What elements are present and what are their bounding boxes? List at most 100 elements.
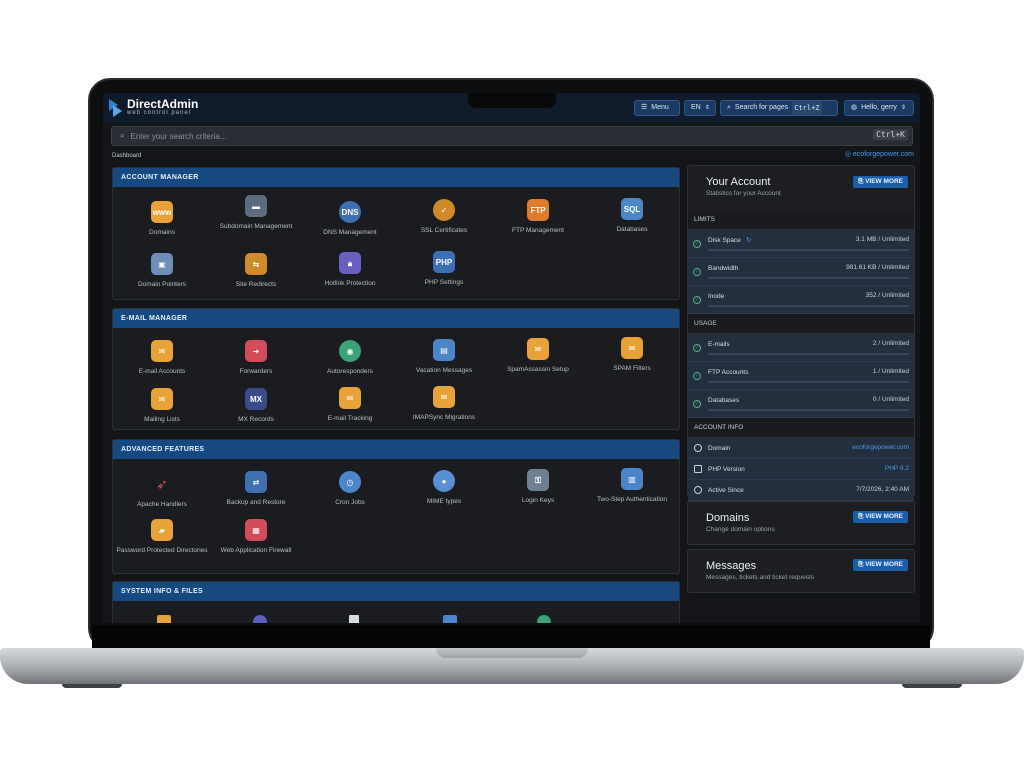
logo[interactable]: DirectAdmin web control panel	[107, 97, 199, 117]
tile-mx-records[interactable]: MX MX Records	[209, 388, 303, 424]
user-menu-button[interactable]: ◍ Hello, gerry ⇕	[844, 100, 914, 116]
clock-icon: ◷	[339, 471, 361, 493]
laptop-base-notch	[436, 648, 588, 658]
stat-inode: ✓ Inode 352 / Unlimited	[688, 286, 914, 314]
site-domain-link[interactable]: ◎ ecoforgepower.com	[845, 150, 914, 158]
user-greeting: Hello, gerry	[861, 104, 897, 111]
tile-email-tracking[interactable]: ✉ E-mail Tracking	[303, 387, 397, 423]
tile-subdomain-management[interactable]: ▬ Subdomain Management	[209, 195, 303, 231]
breadcrumb[interactable]: Dashboard	[112, 153, 141, 159]
tile-databases[interactable]: SQL Databases	[585, 198, 679, 234]
system-icon[interactable]	[253, 615, 267, 623]
language-select[interactable]: EN ⇕	[684, 100, 716, 116]
advanced-features-panel: ADVANCED FEATURES ➶ Apache Handlers ⇄ Back…	[112, 439, 680, 574]
check-circle-icon: ✓	[693, 372, 701, 380]
messages-view-more-button[interactable]: ⎘ VIEW MORE	[853, 559, 908, 571]
lock-icon: 🔒︎	[339, 252, 361, 274]
imapsync-icon: ✉	[433, 386, 455, 408]
tile-forwarders[interactable]: ➜ Forwarders	[209, 340, 303, 376]
usage-bar	[708, 305, 909, 307]
tile-mailing-lists[interactable]: ✉ Mailing Lists	[115, 388, 209, 424]
account-view-more-button[interactable]: ⎘ VIEW MORE	[853, 176, 908, 188]
php-version-link[interactable]: PHP 8.2	[885, 465, 909, 472]
tile-apache-handlers[interactable]: ➶ Apache Handlers	[115, 473, 209, 509]
ssl-badge-icon: ✓	[433, 199, 455, 221]
page-search-button[interactable]: ⌕ Search for pages Ctrl+Z	[720, 100, 838, 116]
directadmin-logo-icon	[107, 99, 123, 117]
tile-label: Hotlink Protection	[324, 280, 376, 287]
signpost-icon: ⇆	[245, 253, 267, 275]
pointer-icon: ▣	[151, 253, 173, 275]
menu-button[interactable]: ☰ Menu	[634, 100, 680, 116]
tile-cron-jobs[interactable]: ◷ Cron Jobs	[303, 471, 397, 507]
usage-bar	[708, 277, 909, 279]
folder-icon[interactable]	[157, 615, 171, 623]
tile-label: Login Keys	[521, 497, 555, 504]
tile-label: E-mail Tracking	[327, 415, 373, 422]
check-circle-icon: ✓	[693, 268, 701, 276]
tile-web-application-firewall[interactable]: ▦ Web Application Firewall	[209, 519, 303, 555]
laptop-foot-left	[62, 684, 122, 688]
tile-label: IMAPSync Migrations	[412, 414, 476, 421]
logo-title: DirectAdmin	[127, 97, 199, 111]
tile-dns-management[interactable]: DNS DNS Management	[303, 201, 397, 237]
hamburger-icon: ☰	[641, 104, 648, 111]
tile-label: SpamAssassin Setup	[507, 366, 569, 373]
tile-email-accounts[interactable]: ✉ E-mail Accounts	[115, 340, 209, 376]
tile-label: Backup and Restore	[226, 499, 286, 506]
globe-icon	[694, 444, 702, 452]
tile-label: Autoresponders	[327, 368, 373, 375]
account-manager-panel: ACCOUNT MANAGER www Domains ▬ Subdomain Ma…	[112, 167, 680, 300]
tile-mime-types[interactable]: ● MIME types	[397, 470, 491, 506]
domains-view-more-button[interactable]: ⎘ VIEW MORE	[853, 511, 908, 523]
tile-domain-pointers[interactable]: ▣ Domain Pointers	[115, 253, 209, 289]
tile-autoresponders[interactable]: ◉ Autoresponders	[303, 340, 397, 376]
search-input[interactable]: ⌕ Enter your search criteria... Ctrl+K	[111, 126, 913, 146]
tile-label: Databases	[616, 226, 648, 233]
tile-label: DNS Management	[323, 229, 377, 236]
tile-backup-restore[interactable]: ⇄ Backup and Restore	[209, 471, 303, 507]
info-name: Active Since	[708, 487, 744, 494]
tile-two-step-auth[interactable]: ▥ Two-Step Authentication	[585, 468, 679, 504]
chevron-updown-icon: ⇕	[900, 105, 906, 111]
usage-bar	[708, 381, 909, 383]
vacation-icon: ▤	[433, 339, 455, 361]
panel-title: SYSTEM INFO & FILES	[113, 582, 679, 601]
laptop-foot-right	[902, 684, 962, 688]
messages-card-subtitle: Messages, tickets and ticket requests	[706, 574, 815, 581]
your-account-header: Your Account Statistics for your Account	[688, 166, 914, 210]
tile-login-keys[interactable]: ⚿ Login Keys	[491, 469, 585, 505]
tile-spamassassin-setup[interactable]: ✉ SpamAssassin Setup	[491, 338, 585, 374]
tile-ftp-management[interactable]: FTP FTP Management	[491, 199, 585, 235]
info-icon[interactable]	[443, 615, 457, 623]
tile-hotlink-protection[interactable]: 🔒︎ Hotlink Protection	[303, 252, 397, 288]
limits-label: LIMITS	[688, 210, 914, 230]
tile-spam-filters[interactable]: ✉ SPAM Filters	[585, 337, 679, 373]
tile-password-protected-directories[interactable]: ▰ Password Protected Directories	[115, 519, 209, 555]
tile-site-redirects[interactable]: ⇆ Site Redirects	[209, 253, 303, 289]
tile-imapsync-migrations[interactable]: ✉ IMAPSync Migrations	[397, 386, 491, 422]
tile-ssl-certificates[interactable]: ✓ SSL Certificates	[397, 199, 491, 235]
page-search-label: Search for pages	[734, 104, 789, 111]
messages-card: Messages Messages, tickets and ticket re…	[687, 549, 915, 593]
usage-bar	[708, 249, 909, 251]
refresh-icon[interactable]: ↻	[746, 236, 751, 244]
camera-notch	[468, 93, 556, 108]
status-icon[interactable]	[537, 615, 551, 623]
password-folder-icon: ▰	[151, 519, 173, 541]
info-domain: Domain ecoforgepower.com	[688, 438, 914, 459]
usage-label: USAGE	[688, 314, 914, 334]
file-icon[interactable]	[349, 615, 359, 623]
stat-name: Databases	[708, 397, 740, 404]
domain-link[interactable]: ecoforgepower.com	[852, 444, 909, 451]
tile-domains[interactable]: www Domains	[115, 201, 209, 237]
tile-vacation-messages[interactable]: ▤ Vacation Messages	[397, 339, 491, 375]
panel-title: ADVANCED FEATURES	[113, 440, 679, 459]
check-circle-icon: ✓	[693, 240, 701, 248]
tile-label: SPAM Filters	[613, 365, 651, 372]
tile-php-settings[interactable]: PHP PHP Settings	[397, 251, 491, 287]
check-circle-icon: ✓	[693, 400, 701, 408]
domains-card-subtitle: Change domain options	[706, 526, 775, 533]
check-circle-icon: ✓	[693, 344, 701, 352]
info-name: Domain	[708, 445, 731, 452]
